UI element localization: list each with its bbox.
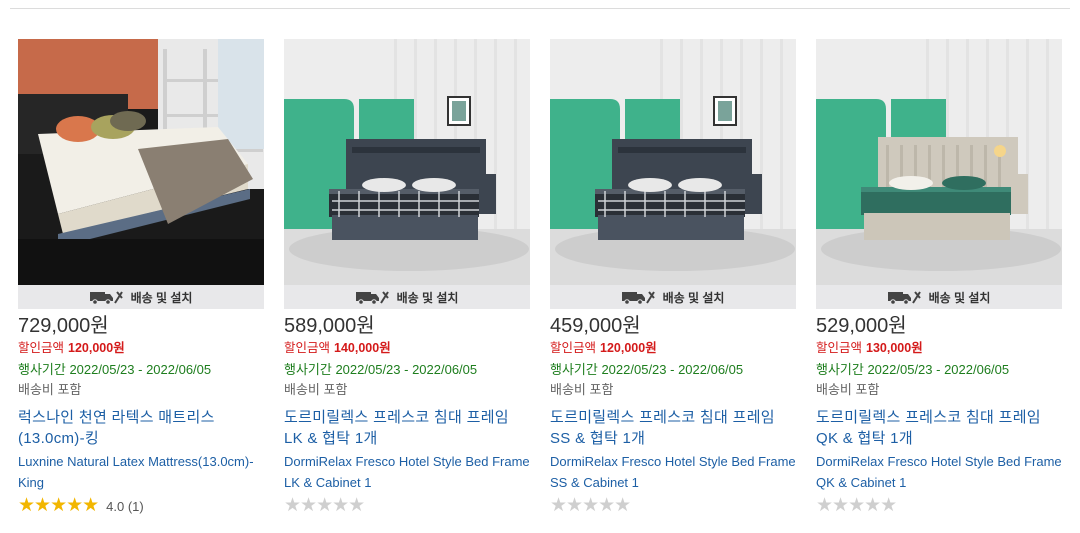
- truck-tools-icon: [887, 289, 922, 305]
- product-card-4[interactable]: 배송 및 설치 529,000원 할인금액 130,000원 행사기간 2022/…: [816, 39, 1062, 515]
- truck-tools-icon: [621, 289, 656, 305]
- discount-amount: 130,000원: [866, 341, 923, 355]
- product-rating[interactable]: ★★★★★ 4.0 (1): [18, 495, 264, 516]
- discount-info: 할인금액 120,000원: [550, 339, 796, 357]
- discount-amount: 140,000원: [334, 341, 391, 355]
- product-name-korean-link[interactable]: 럭스나인 천연 라텍스 매트리스 (13.0cm)-킹: [18, 407, 264, 449]
- star-rating-icons: ★★★★★: [284, 495, 365, 516]
- product-name-english-link[interactable]: DormiRelax Fresco Hotel Style Bed Frame …: [284, 451, 530, 493]
- product-rating[interactable]: ★★★★★: [550, 495, 796, 516]
- shipping-install-label: 배송 및 설치: [130, 290, 193, 305]
- product-price: 589,000원: [284, 315, 375, 337]
- promo-period: 행사기간 2022/05/23 - 2022/06/05: [550, 362, 744, 377]
- rating-value: 4.0 (1): [106, 498, 144, 514]
- shipping-fee-note: 배송비 포함: [18, 382, 82, 397]
- product-name-korean-link[interactable]: 도르미릴렉스 프레스코 침대 프레임 QK & 협탁 1개: [816, 407, 1062, 449]
- shipping-install-badge: 배송 및 설치: [18, 285, 264, 309]
- shipping-install-label: 배송 및 설치: [928, 290, 991, 305]
- shipping-install-label: 배송 및 설치: [396, 290, 459, 305]
- shipping-fee-note: 배송비 포함: [816, 382, 880, 397]
- discount-info: 할인금액 130,000원: [816, 339, 1062, 357]
- product-name-english-link[interactable]: DormiRelax Fresco Hotel Style Bed Frame …: [816, 451, 1062, 493]
- product-image-bed-ss[interactable]: [550, 39, 796, 285]
- discount-info: 할인금액 120,000원: [18, 339, 264, 357]
- product-card-3[interactable]: 배송 및 설치 459,000원 할인금액 120,000원 행사기간 2022/…: [550, 39, 796, 515]
- promo-period: 행사기간 2022/05/23 - 2022/06/05: [816, 362, 1010, 377]
- truck-tools-icon: [355, 289, 390, 305]
- shipping-fee-note: 배송비 포함: [550, 382, 614, 397]
- product-image-bed-lk[interactable]: [284, 39, 530, 285]
- shipping-install-badge: 배송 및 설치: [284, 285, 530, 309]
- truck-tools-icon: [89, 289, 124, 305]
- discount-label: 할인금액: [816, 341, 863, 355]
- top-divider: [10, 8, 1070, 9]
- star-rating-icons: ★★★★★: [550, 495, 631, 516]
- shipping-install-badge: 배송 및 설치: [550, 285, 796, 309]
- product-name-english-link[interactable]: DormiRelax Fresco Hotel Style Bed Frame …: [550, 451, 796, 493]
- promo-period: 행사기간 2022/05/23 - 2022/06/05: [284, 362, 478, 377]
- shipping-fee-note: 배송비 포함: [284, 382, 348, 397]
- discount-amount: 120,000원: [68, 341, 125, 355]
- star-rating-icons: ★★★★★: [18, 495, 99, 516]
- product-price: 729,000원: [18, 315, 109, 337]
- product-image-mattress[interactable]: [18, 39, 264, 285]
- shipping-install-badge: 배송 및 설치: [816, 285, 1062, 309]
- product-name-korean-link[interactable]: 도르미릴렉스 프레스코 침대 프레임 LK & 협탁 1개: [284, 407, 530, 449]
- discount-label: 할인금액: [550, 341, 597, 355]
- product-card-2[interactable]: 배송 및 설치 589,000원 할인금액 140,000원 행사기간 2022/…: [284, 39, 530, 515]
- promo-period: 행사기간 2022/05/23 - 2022/06/05: [18, 362, 212, 377]
- product-price: 459,000원: [550, 315, 641, 337]
- product-price: 529,000원: [816, 315, 907, 337]
- product-image-bed-qk[interactable]: [816, 39, 1062, 285]
- shipping-install-label: 배송 및 설치: [662, 290, 725, 305]
- discount-info: 할인금액 140,000원: [284, 339, 530, 357]
- product-rating[interactable]: ★★★★★: [816, 495, 1062, 516]
- product-rating[interactable]: ★★★★★: [284, 495, 530, 516]
- discount-label: 할인금액: [284, 341, 331, 355]
- product-name-english-link[interactable]: Luxnine Natural Latex Mattress(13.0cm)-K…: [18, 451, 264, 493]
- product-card-1[interactable]: 배송 및 설치 729,000원 할인금액 120,000원 행사기간 2022/…: [18, 39, 264, 515]
- product-name-korean-link[interactable]: 도르미릴렉스 프레스코 침대 프레임 SS & 협탁 1개: [550, 407, 796, 449]
- star-rating-icons: ★★★★★: [816, 495, 897, 516]
- discount-label: 할인금액: [18, 341, 65, 355]
- discount-amount: 120,000원: [600, 341, 657, 355]
